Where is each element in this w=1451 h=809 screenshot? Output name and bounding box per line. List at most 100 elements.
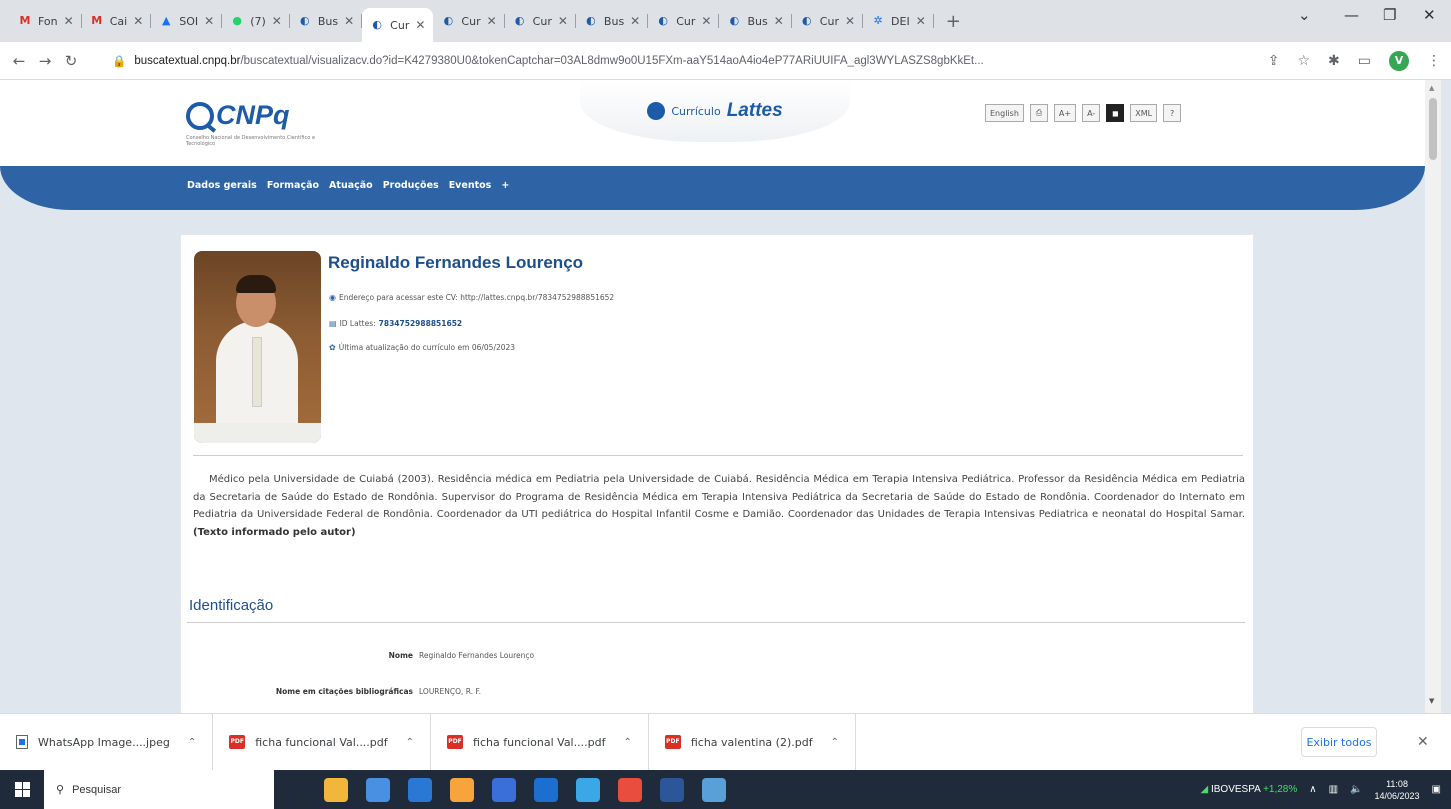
- maximize-icon[interactable]: ❐: [1383, 6, 1396, 24]
- browser-tab[interactable]: ▲ SOI ✕: [151, 6, 223, 36]
- taskbar-app-icon[interactable]: [408, 777, 432, 802]
- browser-tab[interactable]: M Fon ✕: [10, 6, 82, 36]
- browser-tab[interactable]: ◐ Cur ✕: [505, 6, 577, 36]
- taskbar-app-icon[interactable]: [618, 777, 642, 802]
- lock-icon[interactable]: 🔒: [112, 54, 126, 68]
- taskbar-app-icon[interactable]: [576, 777, 600, 802]
- close-shelf-icon[interactable]: ✕: [1417, 734, 1429, 750]
- taskbar-app-icon[interactable]: [366, 777, 390, 802]
- menu-more[interactable]: +: [501, 180, 509, 191]
- download-item[interactable]: WhatsApp Image....jpeg ⌃: [0, 713, 214, 771]
- download-options-icon[interactable]: ⌃: [623, 737, 631, 748]
- close-tab-icon[interactable]: ✕: [845, 14, 855, 28]
- browser-tab[interactable]: ◐ Cur ✕: [433, 6, 505, 36]
- english-button[interactable]: English: [985, 104, 1024, 122]
- scroll-down-icon[interactable]: ▼: [1429, 697, 1434, 705]
- network-icon[interactable]: ▥: [1329, 784, 1338, 795]
- download-options-icon[interactable]: ⌃: [188, 737, 196, 748]
- url-field[interactable]: 🔒 buscatextual.cnpq.br/buscatextual/visu…: [112, 48, 1232, 74]
- help-button[interactable]: ?: [1163, 104, 1182, 122]
- tab-label: DEI: [891, 14, 910, 28]
- page-scrollbar[interactable]: ▲ ▼: [1425, 80, 1441, 713]
- menu-dados-gerais[interactable]: Dados gerais: [187, 180, 257, 191]
- browser-tab[interactable]: ◐ Cur ✕: [362, 8, 434, 42]
- browser-tab[interactable]: ✲ DEI ✕: [863, 6, 934, 36]
- reload-icon[interactable]: ↻: [58, 52, 84, 70]
- close-tab-icon[interactable]: ✕: [415, 18, 425, 32]
- lattes-icon: ◐: [801, 14, 812, 27]
- cv-id-line: ▤ ID Lattes: 7834752988851652: [329, 319, 462, 328]
- show-all-downloads-button[interactable]: Exibir todos: [1301, 727, 1377, 757]
- close-tab-icon[interactable]: ✕: [204, 14, 214, 28]
- download-item[interactable]: PDF ficha valentina (2).pdf ⌃: [649, 713, 856, 771]
- taskbar-app-icon[interactable]: [660, 777, 684, 802]
- pdf-file-icon: PDF: [664, 735, 681, 749]
- taskbar-app-icon[interactable]: [324, 777, 348, 802]
- close-window-icon[interactable]: ✕: [1423, 6, 1436, 24]
- cnpq-logo[interactable]: CNPq Conselho Nacional de Desenvolviment…: [186, 100, 316, 147]
- extensions-icon[interactable]: ✱: [1328, 53, 1340, 69]
- new-tab-button[interactable]: +: [934, 11, 973, 32]
- close-tab-icon[interactable]: ✕: [774, 14, 784, 28]
- browser-tab[interactable]: ● (7) ✕: [222, 6, 290, 36]
- minimize-icon[interactable]: —: [1344, 6, 1359, 24]
- download-options-icon[interactable]: ⌃: [831, 737, 839, 748]
- taskbar-app-icon[interactable]: [702, 777, 726, 802]
- scroll-up-icon[interactable]: ▲: [1429, 84, 1434, 92]
- whatsapp-icon: ●: [232, 14, 242, 27]
- browser-tab[interactable]: ◐ Bus ✕: [290, 6, 363, 36]
- update-icon: ✿: [329, 343, 336, 352]
- download-item[interactable]: PDF ficha funcional Val....pdf ⌃: [431, 713, 649, 771]
- forward-icon[interactable]: →: [32, 52, 58, 70]
- download-options-icon[interactable]: ⌃: [406, 737, 414, 748]
- menu-atuacao[interactable]: Atuação: [329, 180, 373, 191]
- close-tab-icon[interactable]: ✕: [558, 14, 568, 28]
- bookmark-star-icon[interactable]: ☆: [1297, 53, 1310, 69]
- close-tab-icon[interactable]: ✕: [344, 14, 354, 28]
- menu-producoes[interactable]: Produções: [383, 180, 439, 191]
- close-tab-icon[interactable]: ✕: [630, 14, 640, 28]
- scroll-thumb[interactable]: [1429, 98, 1437, 160]
- browser-tab[interactable]: ◐ Bus ✕: [719, 6, 793, 36]
- close-tab-icon[interactable]: ✕: [487, 14, 497, 28]
- close-tab-icon[interactable]: ✕: [916, 14, 926, 28]
- close-tab-icon[interactable]: ✕: [64, 14, 74, 28]
- browser-tab[interactable]: ◐ Cur ✕: [792, 6, 864, 36]
- browser-tab[interactable]: M Cai ✕: [82, 6, 152, 36]
- close-tab-icon[interactable]: ✕: [133, 14, 143, 28]
- menu-kebab-icon[interactable]: ⋮: [1427, 53, 1441, 69]
- contrast-icon[interactable]: ◼: [1106, 104, 1125, 122]
- browser-tab[interactable]: ◐ Bus ✕: [576, 6, 649, 36]
- notifications-icon[interactable]: ▣: [1432, 784, 1441, 795]
- font-increase-button[interactable]: A+: [1053, 104, 1077, 122]
- taskbar-app-icon[interactable]: [492, 777, 516, 802]
- profile-avatar[interactable]: V: [1389, 51, 1409, 71]
- tab-search-icon[interactable]: ⌄: [1298, 6, 1311, 24]
- close-tab-icon[interactable]: ✕: [272, 14, 282, 28]
- menu-formacao[interactable]: Formação: [267, 180, 319, 191]
- taskbar-search[interactable]: ⚲ Pesquisar: [44, 770, 274, 809]
- windows-logo-icon: [14, 782, 30, 797]
- drive-icon: ▲: [162, 14, 171, 27]
- xml-button[interactable]: XML: [1130, 104, 1158, 122]
- cv-url-line: ◉ Endereço para acessar este CV: http://l…: [329, 293, 614, 302]
- download-item[interactable]: PDF ficha funcional Val....pdf ⌃: [213, 713, 432, 771]
- print-icon[interactable]: ⎙: [1029, 104, 1048, 122]
- browser-tab[interactable]: ◐ Cur ✕: [648, 6, 720, 36]
- clock[interactable]: 11:08 14/06/2023: [1375, 778, 1420, 802]
- taskbar-app-icon[interactable]: [450, 777, 474, 802]
- cv-url-text[interactable]: Endereço para acessar este CV: http://la…: [339, 293, 614, 302]
- back-icon[interactable]: ←: [6, 52, 32, 70]
- taskbar-app-icon[interactable]: [534, 777, 558, 802]
- close-tab-icon[interactable]: ✕: [701, 14, 711, 28]
- tray-chevron-icon[interactable]: ∧: [1309, 784, 1316, 795]
- side-panel-icon[interactable]: ▭: [1358, 53, 1371, 69]
- start-button[interactable]: [0, 770, 44, 809]
- share-icon[interactable]: ⇪: [1268, 53, 1280, 69]
- volume-icon[interactable]: 🔈: [1350, 784, 1362, 795]
- menu-eventos[interactable]: Eventos: [449, 180, 492, 191]
- font-decrease-button[interactable]: A-: [1082, 104, 1101, 122]
- ibovespa-widget[interactable]: ◢ IBOVESPA +1,28%: [1201, 784, 1298, 795]
- field-value: LOURENÇO, R. F.: [419, 687, 481, 696]
- chart-icon: ◢: [1200, 784, 1209, 795]
